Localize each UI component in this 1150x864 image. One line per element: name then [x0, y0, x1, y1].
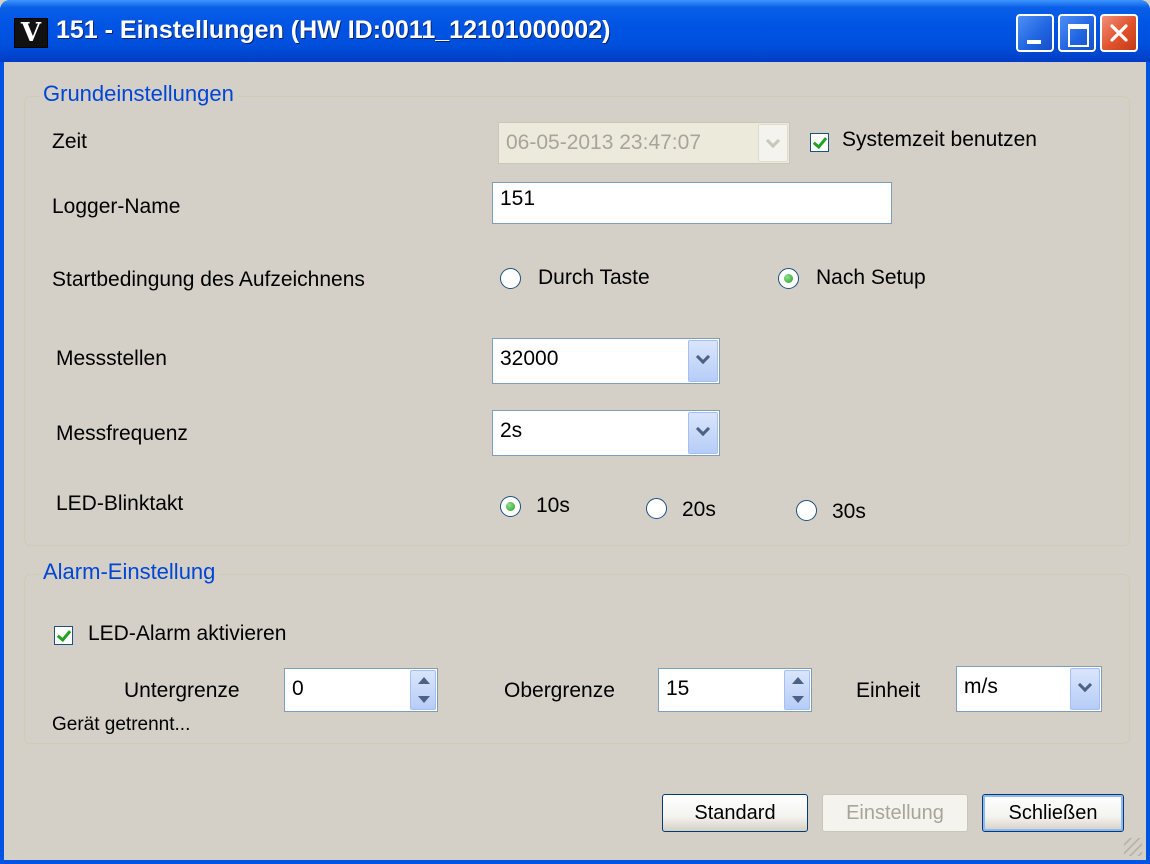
- untergrenze-spinner[interactable]: 0: [284, 668, 438, 712]
- zeit-datetime-picker[interactable]: 06-05-2013 23:47:07: [498, 122, 790, 164]
- nach-setup-label[interactable]: Nach Setup: [816, 266, 926, 290]
- systemzeit-checkbox[interactable]: [810, 133, 829, 152]
- startbedingung-label: Startbedingung des Aufzeichnens: [52, 268, 365, 291]
- resize-grip-icon[interactable]: [1124, 838, 1142, 856]
- logger-name-label: Logger-Name: [52, 195, 181, 218]
- zeit-label: Zeit: [52, 130, 88, 153]
- logger-name-input[interactable]: 151: [492, 182, 892, 224]
- app-logo-icon: V: [14, 18, 48, 48]
- durch-taste-label[interactable]: Durch Taste: [538, 266, 650, 290]
- title-bar[interactable]: V 151 - Einstellungen (HW ID:0011_121010…: [0, 0, 1150, 62]
- messstellen-label: Messstellen: [56, 347, 167, 370]
- window-title: 151 - Einstellungen (HW ID:0011_12101000…: [56, 16, 611, 44]
- obergrenze-label: Obergrenze: [504, 679, 615, 702]
- untergrenze-label: Untergrenze: [124, 679, 240, 702]
- systemzeit-label[interactable]: Systemzeit benutzen: [842, 128, 1037, 152]
- blinktakt-10s-label[interactable]: 10s: [536, 494, 570, 518]
- messfrequenz-value: 2s: [500, 419, 523, 442]
- chevron-down-icon[interactable]: [688, 340, 718, 382]
- schliessen-button[interactable]: Schließen: [982, 794, 1124, 832]
- untergrenze-value: 0: [292, 677, 304, 700]
- blinktakt-20s-label[interactable]: 20s: [682, 498, 716, 522]
- spinner-arrows-icon[interactable]: [784, 670, 810, 710]
- messfrequenz-label: Messfrequenz: [56, 422, 188, 445]
- obergrenze-spinner[interactable]: 15: [658, 668, 812, 712]
- chevron-down-icon[interactable]: [688, 412, 718, 454]
- radio-durch-taste[interactable]: [500, 268, 521, 289]
- messstellen-value: 32000: [500, 347, 559, 370]
- dialog-body: Grundeinstellungen Zeit 06-05-2013 23:47…: [4, 62, 1146, 860]
- minimize-icon[interactable]: [1016, 14, 1054, 52]
- settings-window: V 151 - Einstellungen (HW ID:0011_121010…: [0, 0, 1150, 864]
- maximize-icon[interactable]: [1058, 14, 1096, 52]
- chevron-down-icon[interactable]: [1070, 668, 1100, 710]
- radio-20s[interactable]: [646, 498, 667, 519]
- spinner-arrows-icon[interactable]: [410, 670, 436, 710]
- zeit-value: 06-05-2013 23:47:07: [506, 131, 701, 154]
- standard-button[interactable]: Standard: [662, 794, 808, 832]
- radio-10s[interactable]: [500, 496, 521, 517]
- messstellen-select[interactable]: 32000: [492, 338, 720, 384]
- einstellung-button[interactable]: Einstellung: [822, 794, 968, 832]
- close-icon[interactable]: [1100, 14, 1138, 52]
- chevron-down-icon[interactable]: [758, 124, 788, 162]
- led-alarm-label[interactable]: LED-Alarm aktivieren: [88, 622, 286, 646]
- obergrenze-value: 15: [666, 677, 690, 700]
- radio-nach-setup[interactable]: [778, 268, 799, 289]
- alarm-einstellung-title: Alarm-Einstellung: [39, 559, 220, 585]
- led-blinktakt-label: LED-Blinktakt: [56, 492, 184, 515]
- blinktakt-30s-label[interactable]: 30s: [832, 500, 866, 524]
- radio-30s[interactable]: [796, 500, 817, 521]
- einheit-value: m/s: [964, 675, 998, 698]
- messfrequenz-select[interactable]: 2s: [492, 410, 720, 456]
- einheit-label: Einheit: [856, 679, 921, 702]
- grundeinstellungen-title: Grundeinstellungen: [39, 81, 238, 107]
- status-text: Gerät getrennt...: [52, 714, 191, 735]
- einheit-select[interactable]: m/s: [956, 666, 1102, 712]
- led-alarm-checkbox[interactable]: [54, 626, 73, 645]
